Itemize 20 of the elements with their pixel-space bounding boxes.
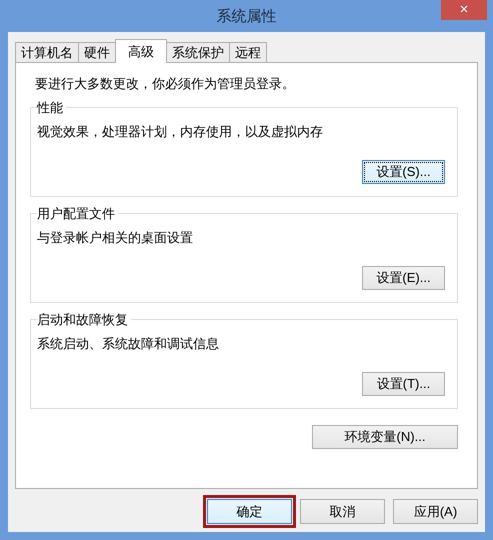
group-title: 性能: [37, 99, 66, 117]
tab[interactable]: 计算机名: [15, 42, 79, 62]
dialog-button[interactable]: 应用(A): [393, 499, 478, 524]
dialog-button[interactable]: 取消: [300, 499, 385, 524]
settings-button[interactable]: 设置(S)...: [362, 160, 445, 184]
tab[interactable]: 远程: [229, 42, 267, 62]
tab[interactable]: 硬件: [78, 42, 116, 62]
group-description: 系统启动、系统故障和调试信息: [37, 335, 220, 353]
group-description: 与登录帐户相关的桌面设置: [37, 229, 194, 247]
admin-notice: 要进行大多数更改，你必须作为管理员登录。: [35, 75, 296, 93]
settings-button[interactable]: 设置(T)...: [362, 372, 445, 396]
close-button[interactable]: ×: [441, 0, 487, 20]
window-title: 系统属性: [216, 6, 276, 26]
tab[interactable]: 系统保护: [166, 42, 230, 62]
environment-variables-button[interactable]: 环境变量(N)...: [312, 425, 458, 449]
tab[interactable]: 高级: [115, 39, 167, 63]
group-title: 启动和故障恢复: [37, 311, 131, 329]
settings-button[interactable]: 设置(E)...: [362, 266, 445, 290]
group-title: 用户配置文件: [37, 205, 118, 223]
group-description: 视觉效果，处理器计划，内存使用，以及虚拟内存: [37, 123, 324, 141]
